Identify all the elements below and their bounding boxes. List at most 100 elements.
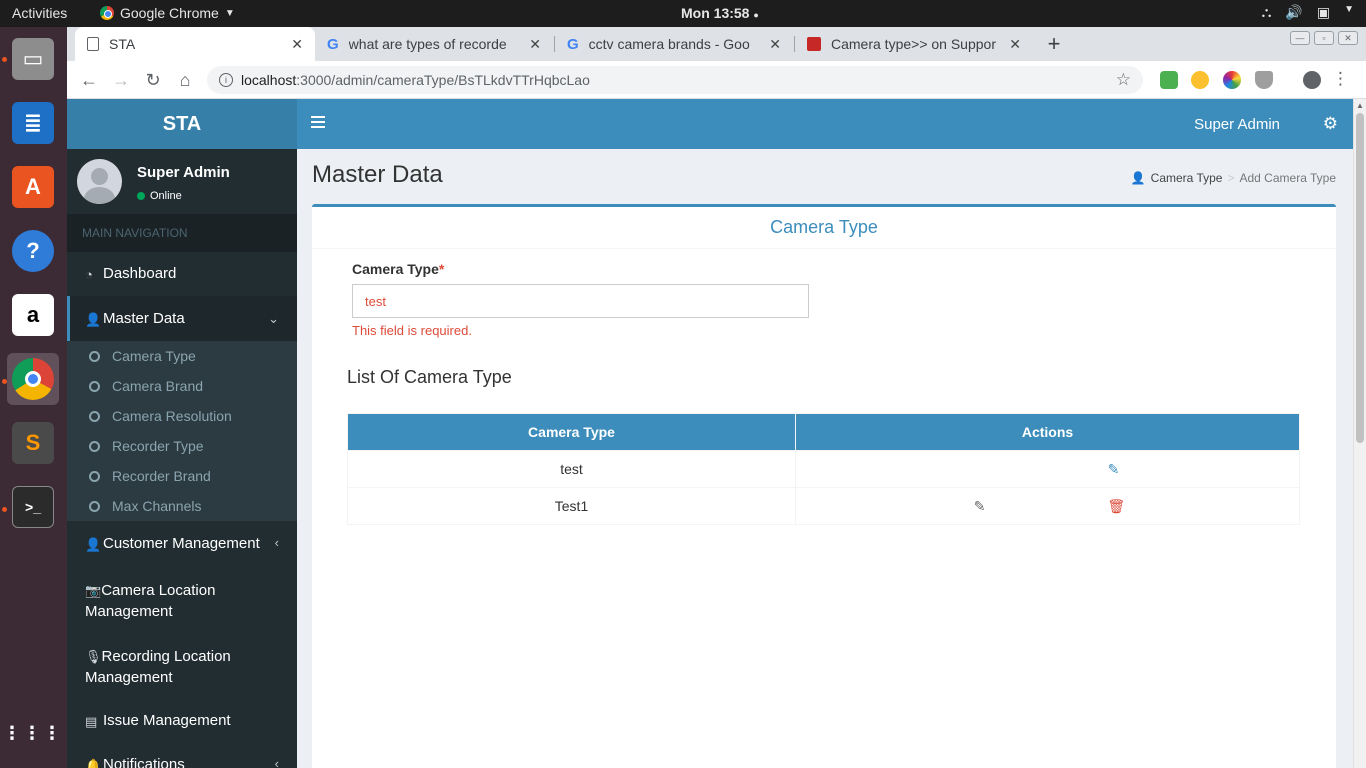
power-menu-icon: ▼	[1344, 4, 1354, 15]
bookmark-star-icon[interactable]: ☆	[1116, 70, 1131, 90]
tab-support[interactable]: Camera type>> on Suppor ✕	[795, 27, 1033, 61]
scrollbar-thumb[interactable]	[1356, 113, 1364, 443]
extension-palette-icon[interactable]	[1223, 71, 1241, 89]
home-icon: ⌂	[179, 69, 191, 90]
close-icon[interactable]: ✕	[769, 36, 781, 53]
extension-icon[interactable]	[1160, 71, 1178, 89]
submenu-item-camera-resolution[interactable]: Camera Resolution	[67, 401, 297, 431]
camera-icon: 📷	[85, 583, 102, 598]
writer-app[interactable]: ≣	[7, 97, 59, 149]
close-icon[interactable]: ✕	[1009, 36, 1021, 53]
home-button[interactable]: ⌂	[173, 68, 197, 92]
tab-search-recorder[interactable]: G what are types of recorde ✕	[315, 27, 553, 61]
show-apps-button[interactable]: ⋮⋮⋮	[3, 707, 61, 759]
sidebar-item-dashboard[interactable]: ◔ Dashboard	[67, 265, 297, 282]
terminal-app[interactable]: >_	[7, 481, 59, 533]
recording-location-text: 🎙Recording Location Management	[85, 646, 245, 688]
back-button[interactable]: ←	[77, 68, 101, 92]
help-icon: ?	[12, 230, 54, 272]
menu-toggle-icon[interactable]	[311, 116, 325, 128]
chevron-left-icon: ‹	[274, 756, 279, 768]
circle-icon	[89, 500, 100, 512]
header-user-menu[interactable]: Super Admin	[1194, 116, 1280, 133]
extension-color-icon[interactable]	[1191, 71, 1209, 89]
close-window-button[interactable]: ✕	[1338, 31, 1358, 45]
dashboard-gauge-icon: ◔	[85, 267, 93, 282]
close-icon[interactable]: ✕	[529, 36, 541, 53]
activities-button[interactable]: Activities	[12, 5, 67, 21]
reload-button[interactable]: ↻	[141, 68, 165, 92]
chevron-left-icon: ‹	[274, 535, 279, 550]
sidebar-item-camera-location[interactable]: 📷Camera Location Management	[67, 580, 297, 622]
battery-icon: ▣	[1316, 4, 1331, 20]
submenu-item-label: Recorder Brand	[112, 468, 211, 484]
sidebar-item-label: Customer Management	[103, 535, 260, 552]
files-app[interactable]: ▭	[7, 33, 59, 85]
sidebar-item-notifications[interactable]: 🔔 Notifications ‹	[67, 756, 297, 768]
minimize-button[interactable]: —	[1290, 31, 1310, 45]
tab-title: what are types of recorde	[348, 36, 507, 52]
edit-pencil-icon[interactable]: ✎	[1108, 461, 1120, 478]
sidebar-item-label: Camera Location Management	[85, 582, 216, 620]
circle-icon	[89, 470, 100, 482]
list-title: List Of Camera Type	[347, 367, 512, 387]
terminal-icon: >_	[12, 486, 54, 528]
tab-search-brands[interactable]: G cctv camera brands - Goo ✕	[555, 27, 793, 61]
circle-icon	[89, 440, 100, 452]
bell-icon: 🔔	[85, 758, 102, 768]
amazon-app[interactable]: a	[7, 289, 59, 341]
gears-icon[interactable]: ⚙	[1323, 114, 1338, 134]
submenu-item-recorder-type[interactable]: Recorder Type	[67, 431, 297, 461]
user-icon: 👤	[1130, 171, 1146, 185]
submenu-item-camera-brand[interactable]: Camera Brand	[67, 371, 297, 401]
site-info-icon[interactable]: i	[219, 73, 233, 87]
url-host: localhost	[241, 72, 297, 88]
clock[interactable]: Mon 13:58 ●	[681, 5, 759, 21]
new-tab-button[interactable]: +	[1037, 27, 1071, 61]
breadcrumb-link[interactable]: Camera Type	[1151, 171, 1223, 185]
sidebar-item-label: Master Data	[103, 310, 185, 327]
page-scrollbar[interactable]: ▲	[1353, 99, 1366, 768]
submenu-item-label: Camera Brand	[112, 378, 204, 394]
more-menu-icon[interactable]: ⋮	[1332, 69, 1349, 89]
camera-type-input[interactable]	[352, 284, 809, 318]
sublime-app[interactable]: S	[7, 417, 59, 469]
sidebar-item-recording-location[interactable]: 🎙Recording Location Management	[67, 646, 297, 688]
clock-label: Mon 13:58	[681, 5, 750, 21]
submenu-master-data: Camera Type Camera Brand Camera Resoluti…	[67, 341, 297, 521]
app-menu[interactable]: Google Chrome ▼	[100, 5, 235, 21]
profile-avatar-icon[interactable]	[1303, 71, 1321, 89]
software-app[interactable]: A	[7, 161, 59, 213]
shield-icon[interactable]	[1255, 71, 1273, 89]
nav-header: MAIN NAVIGATION	[67, 214, 297, 252]
tab-sta[interactable]: STA ✕	[75, 27, 315, 61]
submenu-item-max-channels[interactable]: Max Channels	[67, 491, 297, 521]
system-tray[interactable]: ⛬ 🔊 ▣ ▼	[1262, 4, 1354, 21]
notification-dot-icon: ●	[753, 10, 759, 20]
scroll-up-icon[interactable]: ▲	[1356, 101, 1364, 110]
required-mark: *	[438, 261, 445, 277]
address-bar[interactable]: i localhost:3000/admin/cameraType/BsTLkd…	[207, 66, 1143, 94]
sidebar-item-master-data[interactable]: 👤 Master Data ⌄	[67, 296, 297, 341]
file-cabinet-icon: ▭	[12, 38, 54, 80]
submenu-item-recorder-brand[interactable]: Recorder Brand	[67, 461, 297, 491]
sidebar-item-issue[interactable]: ▤ Issue Management	[67, 712, 297, 730]
chrome-icon	[100, 6, 114, 20]
camera-type-table: Camera Type Actions test ✎ Test1 ✎ 🗑	[347, 413, 1300, 525]
system-top-bar: Activities Google Chrome ▼ Mon 13:58 ● ⛬…	[0, 0, 1366, 27]
submenu-item-camera-type[interactable]: Camera Type	[67, 341, 297, 371]
microphone-icon: 🎙	[85, 649, 102, 664]
shopping-bag-icon: A	[12, 166, 54, 208]
sidebar-item-customer[interactable]: 👤 Customer Management ‹	[67, 535, 297, 553]
maximize-button[interactable]: ▫	[1314, 31, 1334, 45]
actions-cell: ✎	[795, 450, 1300, 488]
camera-type-cell: Test1	[347, 487, 796, 525]
trash-icon[interactable]: 🗑	[1107, 498, 1125, 515]
close-icon[interactable]: ✕	[291, 36, 303, 53]
forward-button[interactable]: →	[109, 68, 133, 92]
app-logo[interactable]: STA	[67, 99, 297, 149]
edit-pencil-icon[interactable]: ✎	[974, 498, 986, 515]
help-app[interactable]: ?	[7, 225, 59, 277]
column-header: Camera Type	[347, 413, 796, 451]
chrome-app[interactable]	[7, 353, 59, 405]
